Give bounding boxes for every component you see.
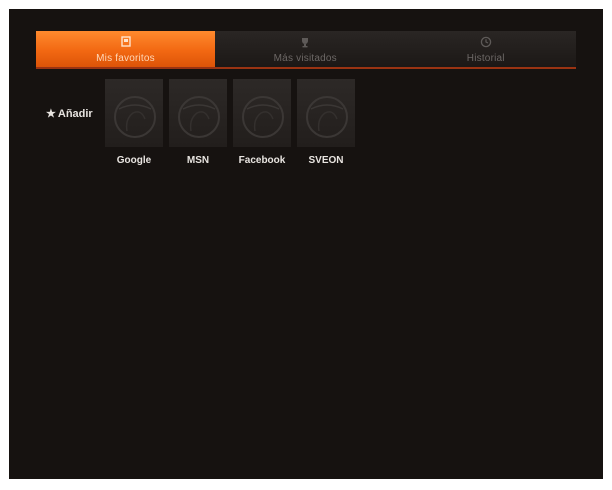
tab-history[interactable]: Historial	[396, 31, 577, 67]
trophy-icon	[302, 38, 309, 48]
add-bookmark-button[interactable]: ★ Añadir	[46, 107, 93, 121]
browser-screen: Mis favoritos Más visitados Historial ★ …	[9, 9, 603, 479]
bookmark-tile-msn[interactable]	[169, 79, 227, 147]
tab-favorites[interactable]: Mis favoritos	[36, 31, 215, 67]
bookmark-tiles	[105, 79, 355, 147]
globe-icon	[306, 96, 348, 138]
tab-label: Mis favoritos	[96, 53, 155, 64]
bookmark-label[interactable]: Google	[105, 155, 163, 166]
tab-label: Historial	[466, 53, 505, 64]
globe-icon	[178, 96, 220, 138]
clock-icon	[480, 36, 491, 48]
bookmark-tile-google[interactable]	[105, 79, 163, 147]
tab-bar: Mis favoritos Más visitados Historial	[36, 31, 576, 69]
bookmark-tile-sveon[interactable]	[297, 79, 355, 147]
add-label: Añadir	[57, 107, 93, 120]
globe-icon	[242, 96, 284, 138]
bookmark-label[interactable]: Facebook	[233, 155, 291, 166]
bookmark-tile-facebook[interactable]	[233, 79, 291, 147]
bookmark-icon	[120, 36, 131, 47]
star-icon: ★	[46, 108, 56, 120]
globe-icon	[114, 96, 156, 138]
bookmark-label[interactable]: MSN	[169, 155, 227, 166]
bookmark-label[interactable]: SVEON	[297, 155, 355, 166]
bookmark-labels: Google MSN Facebook SVEON	[105, 155, 355, 166]
tab-label: Más visitados	[273, 53, 337, 64]
tab-most-visited[interactable]: Más visitados	[215, 31, 396, 67]
